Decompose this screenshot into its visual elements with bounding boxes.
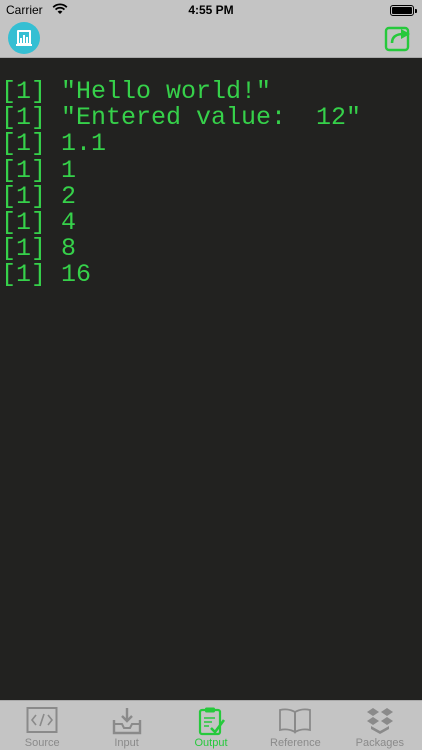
tab-source-label: Source xyxy=(24,737,60,749)
tab-source[interactable]: Source xyxy=(0,701,84,750)
output-line: [1] 16 xyxy=(1,260,92,290)
output-line: [1] 8 xyxy=(1,234,77,264)
clipboard-check-icon xyxy=(198,707,226,736)
book-icon xyxy=(279,708,312,734)
tab-output[interactable]: Output xyxy=(169,701,253,750)
tab-output-label: Output xyxy=(194,737,228,749)
share-button[interactable] xyxy=(384,24,414,52)
app-logo-icon[interactable] xyxy=(8,22,40,54)
status-bar: Carrier 4:55 PM xyxy=(0,0,422,20)
share-icon xyxy=(384,26,410,52)
tab-reference[interactable]: Reference xyxy=(253,701,337,750)
tab-reference-label: Reference xyxy=(270,737,321,749)
output-line: [1] "Entered value: 12" xyxy=(1,103,362,133)
nav-bar xyxy=(0,20,422,58)
tab-packages[interactable]: Packages xyxy=(338,701,422,750)
output-line: [1] 1.1 xyxy=(1,129,107,159)
code-icon xyxy=(26,707,58,733)
boxes-icon xyxy=(366,708,393,734)
output-line: [1] 2 xyxy=(1,181,77,211)
output-line: [1] "Hello world!" xyxy=(1,77,272,106)
output-line: [1] 4 xyxy=(1,208,77,238)
battery-icon xyxy=(390,5,417,16)
output-console[interactable]: [1] "Hello world!" [1] "Entered value: 1… xyxy=(0,59,422,700)
download-tray-icon xyxy=(112,708,141,735)
tab-input-label: Input xyxy=(114,737,139,749)
output-line: [1] 1 xyxy=(1,155,77,185)
tab-bar: Source Input Output Reference Packages xyxy=(0,700,422,750)
tab-packages-label: Packages xyxy=(355,737,404,749)
clock: 4:55 PM xyxy=(188,3,234,17)
tab-input[interactable]: Input xyxy=(84,701,168,750)
